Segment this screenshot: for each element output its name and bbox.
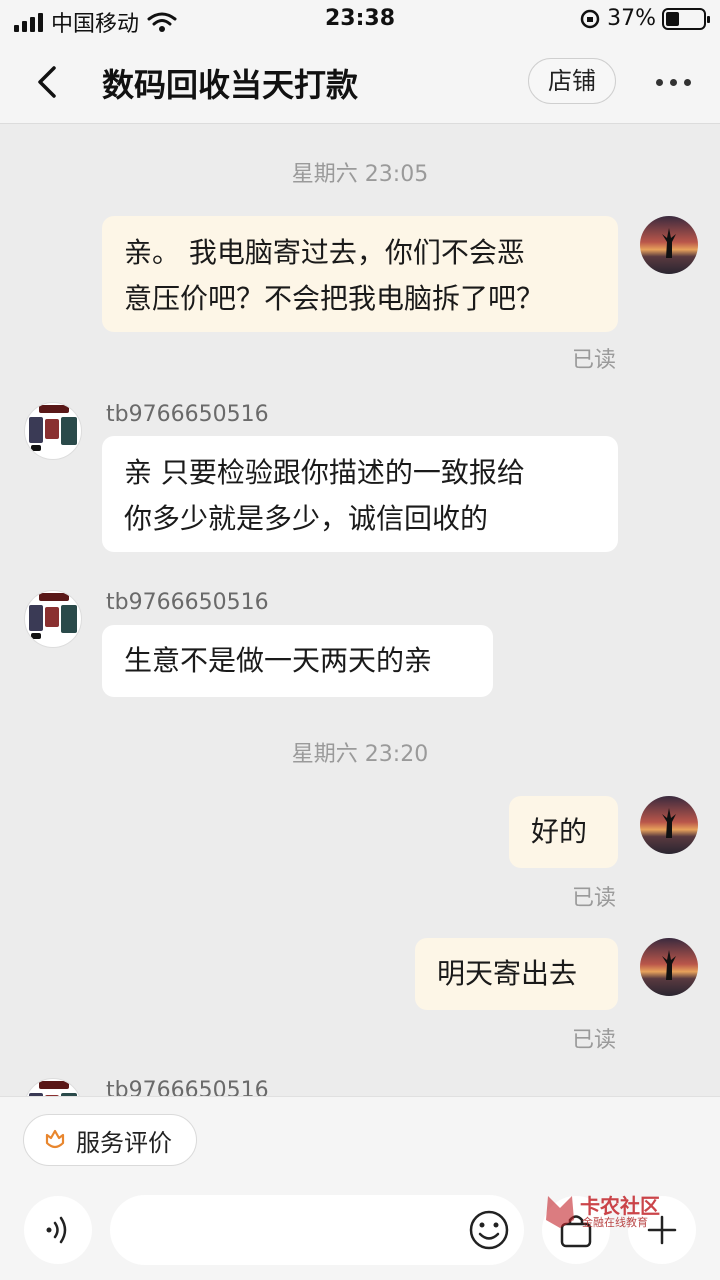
back-icon[interactable] (30, 62, 66, 102)
watermark-sub: 金融在线教育 (582, 1216, 648, 1229)
user-avatar[interactable] (640, 216, 698, 274)
read-receipt: 已读 (572, 886, 617, 911)
nav-bar: 数码回收当天打款 店铺 (0, 40, 720, 124)
user-avatar[interactable] (640, 938, 698, 996)
shop-avatar[interactable] (24, 590, 82, 648)
message-bubble-shop[interactable]: 生意不是做一天两天的亲 (102, 625, 493, 697)
message-bubble-shop[interactable]: 亲 只要检验跟你描述的一致报给 你多少就是多少，诚信回收的 (102, 436, 618, 552)
orientation-lock-icon (580, 9, 600, 28)
shop-avatar[interactable] (24, 1078, 82, 1096)
shop-button[interactable]: 店铺 (528, 58, 616, 104)
sender-name: tb9766650516 (106, 1078, 269, 1096)
message-bubble-self[interactable]: 明天寄出去 (415, 938, 618, 1010)
shop-avatar[interactable] (24, 402, 82, 460)
service-rating-label: 服务评价 (76, 1128, 172, 1157)
read-receipt: 已读 (572, 1028, 617, 1053)
voice-icon (46, 1216, 67, 1244)
battery-fill (666, 11, 679, 26)
more-icon[interactable] (650, 72, 696, 92)
battery-icon (662, 7, 710, 30)
battery-percent: 37% (607, 6, 656, 31)
status-bar: 中国移动 23:38 37% (0, 0, 720, 40)
sender-name: tb9766650516 (106, 590, 269, 615)
time-separator: 星期六 23:05 (291, 162, 429, 187)
message-bubble-self[interactable]: 亲。 我电脑寄过去，你们不会恶 意压价吧？不会把我电脑拆了吧？ (102, 216, 618, 332)
emoji-icon[interactable] (468, 1209, 510, 1251)
watermark-icon (546, 1196, 574, 1228)
page-title: 数码回收当天打款 (102, 66, 359, 104)
message-input-box[interactable] (110, 1195, 524, 1265)
message-bubble-self[interactable]: 好的 (509, 796, 618, 868)
flower-icon (45, 1129, 65, 1149)
status-right: 37% (579, 6, 710, 31)
voice-button[interactable] (24, 1196, 92, 1264)
message-input[interactable] (134, 1195, 464, 1265)
watermark-logo: 卡农社区 金融在线教育 (540, 1188, 666, 1234)
chat-area[interactable]: 星期六 23:05 亲。 我电脑寄过去，你们不会恶 意压价吧？不会把我电脑拆了吧… (0, 124, 720, 1096)
sender-name: tb9766650516 (106, 402, 269, 427)
user-avatar[interactable] (640, 796, 698, 854)
time-separator: 星期六 23:20 (291, 742, 429, 767)
read-receipt: 已读 (572, 348, 617, 373)
service-rating-button[interactable]: 服务评价 (23, 1114, 197, 1166)
